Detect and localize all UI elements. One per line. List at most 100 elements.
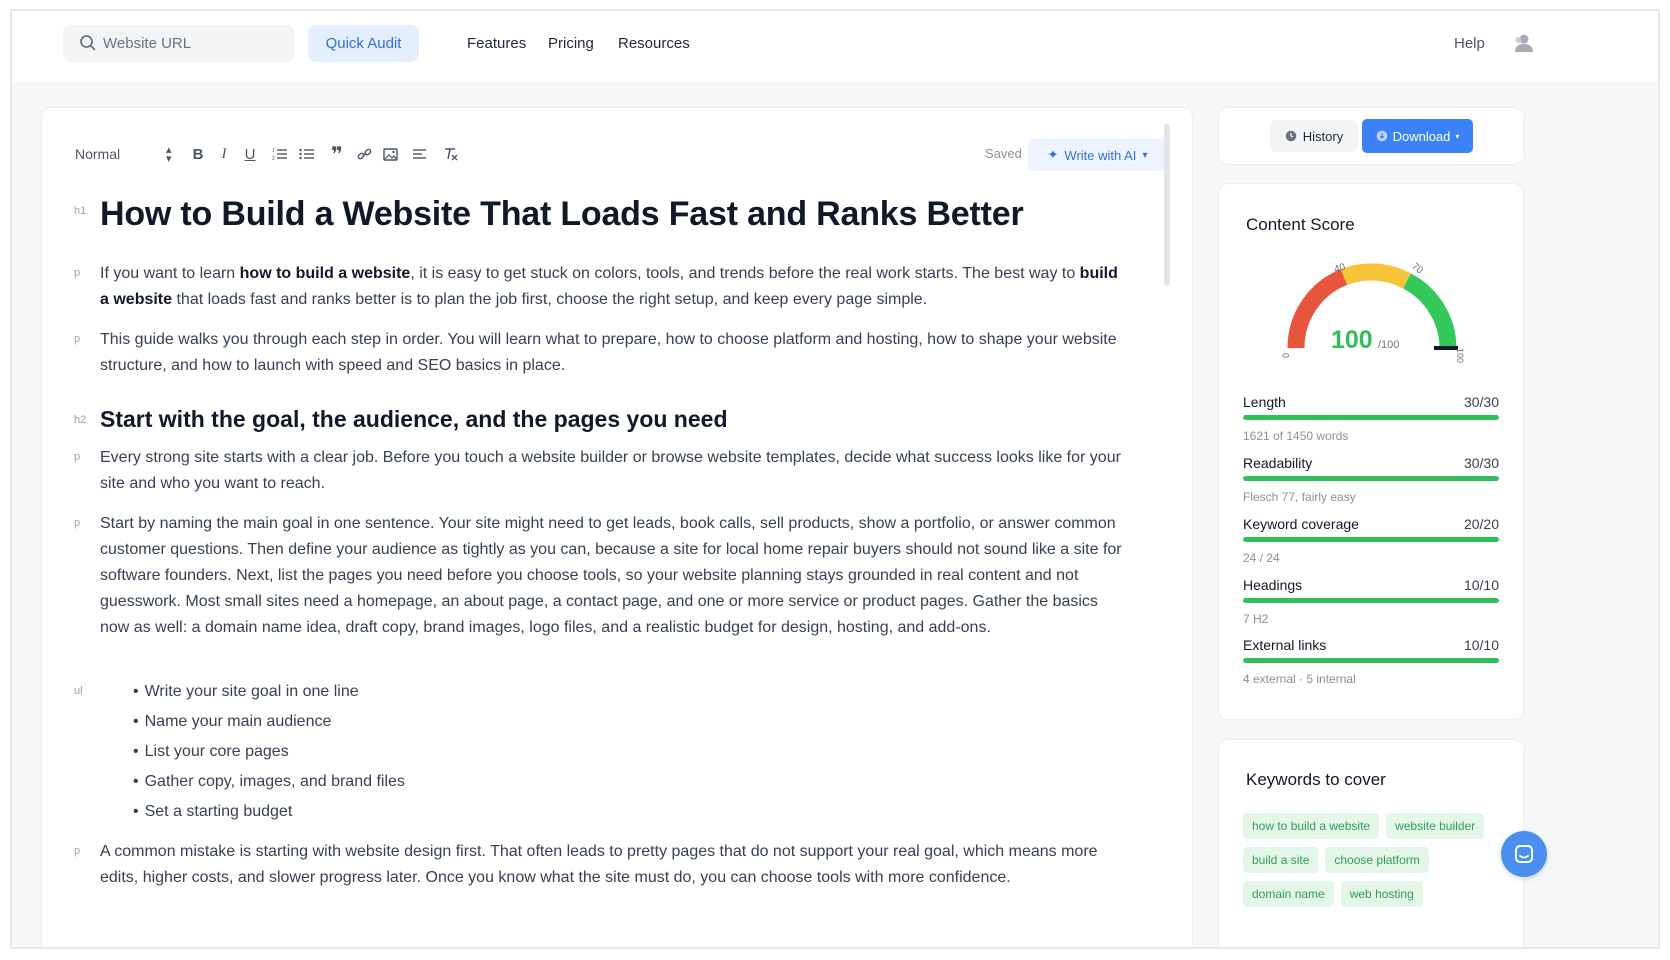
- nav-pricing[interactable]: Pricing: [548, 35, 594, 52]
- caret-down-icon: ▾: [1455, 131, 1460, 141]
- keyword-chip[interactable]: web hosting: [1340, 881, 1423, 907]
- metric-value: 30/30: [1463, 455, 1499, 471]
- website-url-input[interactable]: Website URL: [63, 25, 295, 62]
- content-score-gauge: 0 40 70 100 100 /100: [1281, 261, 1465, 363]
- block-tag-h1: h1: [74, 205, 87, 217]
- metric-bar: [1243, 658, 1499, 663]
- metric-value: 30/30: [1463, 394, 1499, 410]
- nav-resources[interactable]: Resources: [618, 35, 690, 52]
- write-with-ai-label: Write with AI: [1064, 147, 1137, 163]
- underline-icon[interactable]: U: [240, 144, 260, 164]
- metric-label: Headings: [1243, 577, 1303, 593]
- write-with-ai-button[interactable]: ✦ Write with AI ▾: [1028, 139, 1167, 171]
- svg-text:2: 2: [272, 156, 275, 161]
- clear-format-icon[interactable]: [440, 144, 460, 164]
- list-item[interactable]: Name your main audience: [133, 707, 1130, 737]
- block-tag-p: p: [74, 333, 81, 345]
- block-tag-p: p: [74, 845, 81, 857]
- score-max: /100: [1378, 339, 1399, 351]
- history-button[interactable]: History: [1270, 120, 1358, 152]
- bold-icon[interactable]: B: [188, 144, 208, 164]
- paragraph-block[interactable]: p Start by naming the main goal in one s…: [74, 511, 1130, 641]
- style-select-arrows-icon[interactable]: ▴ ▾: [166, 145, 172, 165]
- download-label: Download: [1392, 128, 1451, 144]
- paragraph-block[interactable]: p This guide walks you through each step…: [74, 327, 1130, 379]
- keyword-chip[interactable]: website builder: [1386, 813, 1485, 839]
- chat-icon: [1515, 845, 1533, 863]
- heading-2-block[interactable]: h2 Start with the goal, the audience, an…: [74, 406, 1130, 433]
- keywords-title: Keywords to cover: [1246, 770, 1386, 789]
- chevron-down-icon: ▾: [1142, 149, 1148, 161]
- block-tag-ul: ul: [74, 685, 83, 697]
- metric-label: External links: [1243, 637, 1327, 653]
- metric-detail: 7 H2: [1243, 612, 1269, 626]
- keyword-chip[interactable]: choose platform: [1325, 847, 1429, 873]
- metric-label: Length: [1243, 394, 1286, 410]
- quick-audit-button[interactable]: Quick Audit: [308, 25, 419, 62]
- score-value: 100: [1331, 326, 1373, 354]
- keywords-card: Keywords to cover how to build a website…: [1218, 739, 1524, 947]
- paragraph-strong-site[interactable]: Every strong site starts with a clear jo…: [100, 445, 1130, 497]
- list-item[interactable]: Write your site goal in one line: [133, 677, 1130, 707]
- list-item[interactable]: List your core pages: [133, 737, 1130, 767]
- page-title[interactable]: How to Build a Website That Loads Fast a…: [100, 195, 1130, 234]
- image-icon[interactable]: [380, 144, 400, 164]
- app-window: Website URL Quick Audit Features Pricing…: [10, 9, 1660, 949]
- saved-status: Saved: [985, 146, 1022, 161]
- content-score-card: Content Score 0 40 70 100 100 /100 Lengt…: [1218, 183, 1524, 720]
- metric-value: 10/10: [1463, 637, 1499, 653]
- svg-text:1: 1: [272, 148, 275, 154]
- help-link[interactable]: Help: [1454, 35, 1485, 52]
- italic-icon[interactable]: I: [214, 144, 234, 164]
- metric-value: 20/20: [1463, 516, 1499, 532]
- heading-1-block[interactable]: h1 How to Build a Website That Loads Fas…: [74, 195, 1130, 234]
- paragraph-goal[interactable]: Start by naming the main goal in one sen…: [100, 511, 1130, 641]
- download-button[interactable]: Download ▾: [1362, 119, 1473, 153]
- gauge-tick-0: 0: [1281, 353, 1291, 358]
- paragraph-block[interactable]: p A common mistake is starting with webs…: [74, 839, 1130, 891]
- metric-bar: [1243, 598, 1499, 603]
- gauge-tick-100: 100: [1455, 348, 1465, 363]
- nav-features[interactable]: Features: [467, 35, 526, 52]
- paragraph-mistake[interactable]: A common mistake is starting with websit…: [100, 839, 1130, 891]
- paragraph-guide[interactable]: This guide walks you through each step i…: [100, 327, 1130, 379]
- section-heading[interactable]: Start with the goal, the audience, and t…: [100, 406, 1130, 433]
- list-item[interactable]: Gather copy, images, and brand files: [133, 767, 1130, 797]
- keyword-chip[interactable]: how to build a website: [1243, 813, 1380, 839]
- link-icon[interactable]: [354, 144, 374, 164]
- list-block[interactable]: ul Write your site goal in one line Name…: [74, 677, 1130, 827]
- list-item[interactable]: Set a starting budget: [133, 797, 1130, 827]
- metric-bar: [1243, 537, 1499, 542]
- paragraph-intro[interactable]: If you want to learn how to build a webs…: [100, 261, 1130, 313]
- block-tag-p: p: [74, 267, 81, 279]
- metric-bar: [1243, 415, 1499, 420]
- metric-label: Readability: [1243, 455, 1313, 471]
- keyword-chip[interactable]: build a site: [1243, 847, 1319, 873]
- sparkle-icon: ✦: [1047, 147, 1059, 162]
- paragraph-block[interactable]: p Every strong site starts with a clear …: [74, 445, 1130, 497]
- metric-detail: 24 / 24: [1243, 551, 1280, 565]
- history-label: History: [1302, 128, 1344, 144]
- content-score-title: Content Score: [1246, 215, 1355, 234]
- metric-bar: [1243, 476, 1499, 481]
- top-nav: Website URL Quick Audit Features Pricing…: [12, 11, 1658, 82]
- clock-icon: [1285, 130, 1297, 142]
- blockquote-icon[interactable]: ❞: [327, 144, 347, 166]
- keyword-chip[interactable]: domain name: [1243, 881, 1334, 907]
- metric-detail: 1621 of 1450 words: [1243, 429, 1349, 443]
- editor-card: Normal ▴ ▾ B I U 12 ❞ Saved ✦ Write with…: [41, 107, 1193, 947]
- metric-value: 10/10: [1463, 577, 1499, 593]
- block-tag-p: p: [74, 517, 81, 529]
- bullet-list-icon[interactable]: [297, 144, 317, 164]
- block-tag-h2: h2: [74, 414, 87, 426]
- ordered-list-icon[interactable]: 12: [270, 144, 290, 164]
- chat-button[interactable]: [1501, 831, 1547, 877]
- text-style-select[interactable]: Normal: [75, 146, 120, 162]
- metric-detail: 4 external · 5 internal: [1243, 672, 1356, 686]
- editor-scrollbar[interactable]: [1164, 124, 1170, 286]
- align-left-icon[interactable]: [409, 144, 429, 164]
- paragraph-block[interactable]: p If you want to learn how to build a we…: [74, 261, 1130, 313]
- user-avatar-icon[interactable]: [1512, 33, 1534, 53]
- search-placeholder: Website URL: [103, 35, 192, 52]
- editor-toolbar: Normal ▴ ▾ B I U 12 ❞ Saved ✦ Write with…: [42, 108, 1192, 198]
